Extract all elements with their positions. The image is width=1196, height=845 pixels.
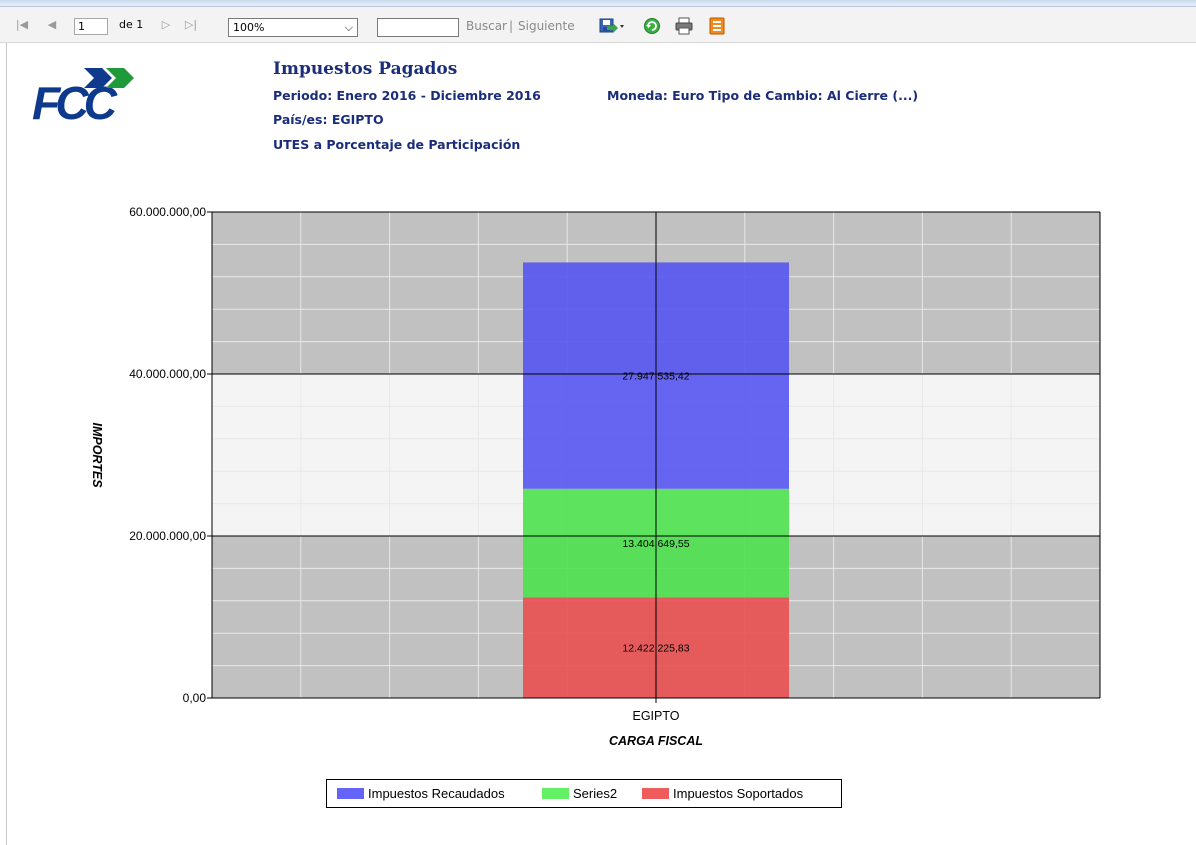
y-tick-label: 20.000.000,00 (129, 529, 206, 543)
y-tick-label: 40.000.000,00 (129, 367, 206, 381)
legend-item: Impuestos Soportados (642, 786, 803, 802)
stacked-bar-chart: 12.422.225,83 13.404.649,55 27.947.535,42 E… (90, 205, 1101, 748)
legend-label: Impuestos Soportados (673, 786, 804, 801)
legend-swatch (337, 788, 364, 799)
y-tick-label: 0,00 (183, 691, 207, 705)
legend-label: Series2 (573, 786, 618, 801)
legend-label: Impuestos Recaudados (368, 786, 505, 801)
legend-item: Series2 (542, 786, 617, 802)
x-tick-label: EGIPTO (632, 709, 679, 723)
data-label: 27.947.535,42 (622, 371, 689, 383)
data-label: 12.422.225,83 (622, 643, 689, 655)
chart-legend: Impuestos Recaudados Series2 Impuestos Sop… (326, 779, 842, 808)
data-label: 13.404.649,55 (622, 538, 689, 550)
x-axis-title: CARGA FISCAL (609, 734, 703, 748)
legend-item: Impuestos Recaudados (337, 786, 505, 802)
legend-swatch (542, 788, 569, 799)
y-axis-title: IMPORTES (90, 422, 104, 488)
legend-swatch (642, 788, 669, 799)
y-tick-label: 60.000.000,00 (129, 205, 206, 219)
